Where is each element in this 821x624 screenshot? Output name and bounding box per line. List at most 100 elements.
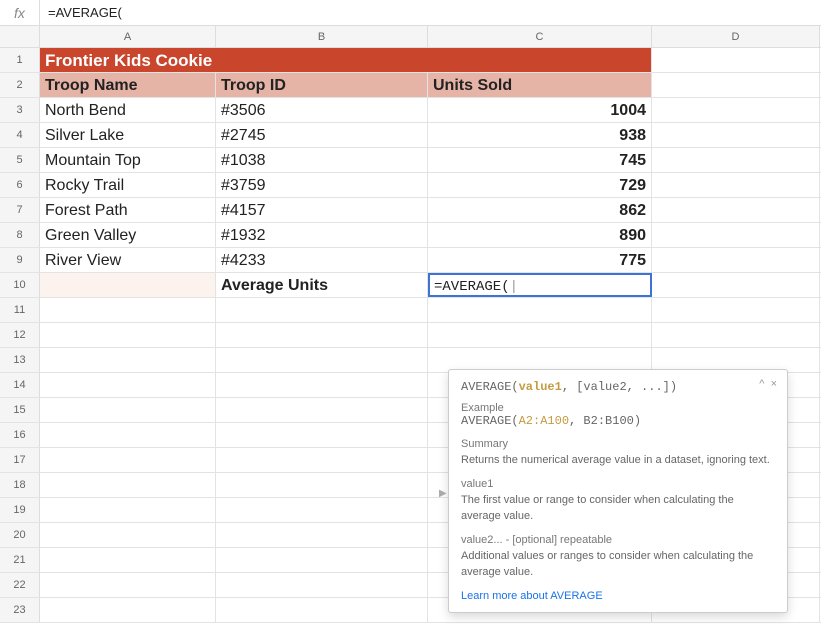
cell[interactable] xyxy=(40,398,216,422)
cell-units[interactable]: 729 xyxy=(428,173,652,197)
cell[interactable] xyxy=(216,498,428,522)
cell[interactable] xyxy=(40,273,216,297)
col-header-b[interactable]: B xyxy=(216,26,428,47)
row-header[interactable]: 15 xyxy=(0,398,40,422)
col-header-d[interactable]: D xyxy=(652,26,820,47)
cell[interactable] xyxy=(428,48,652,72)
cell[interactable] xyxy=(428,323,652,347)
formula-input[interactable]: =AVERAGE( xyxy=(40,0,821,26)
cell-troop-id[interactable]: #4233 xyxy=(216,248,428,272)
row-header[interactable]: 22 xyxy=(0,573,40,597)
cell-units[interactable]: 890 xyxy=(428,223,652,247)
select-all-corner[interactable] xyxy=(0,26,40,47)
cell-troop-id[interactable]: #1038 xyxy=(216,148,428,172)
cell[interactable] xyxy=(40,448,216,472)
cell[interactable] xyxy=(216,573,428,597)
cell[interactable] xyxy=(40,348,216,372)
cell[interactable] xyxy=(40,548,216,572)
cell[interactable] xyxy=(216,373,428,397)
row-header[interactable]: 2 xyxy=(0,73,40,97)
row-header[interactable]: 3 xyxy=(0,98,40,122)
row-header[interactable]: 11 xyxy=(0,298,40,322)
cell-troop-name[interactable]: North Bend xyxy=(40,98,216,122)
cell[interactable] xyxy=(40,473,216,497)
cell-troop-name[interactable]: Silver Lake xyxy=(40,123,216,147)
cell[interactable] xyxy=(216,323,428,347)
row-header[interactable]: 13 xyxy=(0,348,40,372)
header-units-sold[interactable]: Units Sold xyxy=(428,73,652,97)
row-header[interactable]: 20 xyxy=(0,523,40,547)
row-header[interactable]: 21 xyxy=(0,548,40,572)
cell[interactable] xyxy=(652,123,820,147)
row-header[interactable]: 4 xyxy=(0,123,40,147)
row-header[interactable]: 17 xyxy=(0,448,40,472)
cell[interactable] xyxy=(216,348,428,372)
collapse-icon[interactable]: ^ xyxy=(759,378,764,390)
cell[interactable] xyxy=(40,423,216,447)
cell[interactable] xyxy=(216,523,428,547)
cell[interactable] xyxy=(652,248,820,272)
header-troop-name[interactable]: Troop Name xyxy=(40,73,216,97)
learn-more-link[interactable]: Learn more about AVERAGE xyxy=(461,590,775,602)
cell-troop-id[interactable]: #3506 xyxy=(216,98,428,122)
cell-troop-id[interactable]: #3759 xyxy=(216,173,428,197)
average-label-cell[interactable]: Average Units xyxy=(216,273,428,297)
row-header[interactable]: 6 xyxy=(0,173,40,197)
cell-troop-name[interactable]: Green Valley xyxy=(40,223,216,247)
cell-troop-name[interactable]: Mountain Top xyxy=(40,148,216,172)
cell[interactable] xyxy=(40,573,216,597)
col-header-a[interactable]: A xyxy=(40,26,216,47)
cell[interactable] xyxy=(216,473,428,497)
cell[interactable] xyxy=(652,323,820,347)
row-header[interactable]: 12 xyxy=(0,323,40,347)
row-header[interactable]: 16 xyxy=(0,423,40,447)
cell[interactable] xyxy=(216,423,428,447)
cell[interactable] xyxy=(40,523,216,547)
row-header[interactable]: 23 xyxy=(0,598,40,622)
cell[interactable] xyxy=(40,373,216,397)
cell[interactable] xyxy=(216,48,428,72)
header-troop-id[interactable]: Troop ID xyxy=(216,73,428,97)
cell[interactable] xyxy=(428,298,652,322)
cell[interactable] xyxy=(652,98,820,122)
cell-troop-name[interactable]: Rocky Trail xyxy=(40,173,216,197)
cell[interactable] xyxy=(40,498,216,522)
cell-units[interactable]: 862 xyxy=(428,198,652,222)
row-header[interactable]: 10 xyxy=(0,273,40,297)
cell[interactable] xyxy=(40,323,216,347)
cell[interactable] xyxy=(652,223,820,247)
cell-troop-id[interactable]: #4157 xyxy=(216,198,428,222)
row-header[interactable]: 5 xyxy=(0,148,40,172)
editing-cell[interactable]: ? =AVERAGE(| xyxy=(428,273,652,297)
cell-troop-id[interactable]: #2745 xyxy=(216,123,428,147)
col-header-c[interactable]: C xyxy=(428,26,652,47)
cell[interactable] xyxy=(216,548,428,572)
row-header[interactable]: 14 xyxy=(0,373,40,397)
cell[interactable] xyxy=(216,298,428,322)
cell-units[interactable]: 938 xyxy=(428,123,652,147)
row-header[interactable]: 9 xyxy=(0,248,40,272)
row-header[interactable]: 18 xyxy=(0,473,40,497)
cell[interactable] xyxy=(652,73,820,97)
cell[interactable] xyxy=(652,148,820,172)
cell[interactable] xyxy=(216,448,428,472)
row-header[interactable]: 7 xyxy=(0,198,40,222)
row-header[interactable]: 8 xyxy=(0,223,40,247)
cell[interactable] xyxy=(652,273,820,297)
cell[interactable] xyxy=(216,598,428,622)
cell-troop-id[interactable]: #1932 xyxy=(216,223,428,247)
cell-troop-name[interactable]: River View xyxy=(40,248,216,272)
cell[interactable] xyxy=(652,198,820,222)
title-cell[interactable]: Frontier Kids Cookie Sales xyxy=(40,48,216,72)
close-icon[interactable]: × xyxy=(771,378,777,390)
row-header[interactable]: 19 xyxy=(0,498,40,522)
row-header[interactable]: 1 xyxy=(0,48,40,72)
cell-troop-name[interactable]: Forest Path xyxy=(40,198,216,222)
cell-units[interactable]: 775 xyxy=(428,248,652,272)
cell[interactable] xyxy=(652,48,820,72)
cell[interactable] xyxy=(40,298,216,322)
cell[interactable] xyxy=(652,173,820,197)
cell[interactable] xyxy=(216,398,428,422)
cell[interactable] xyxy=(652,298,820,322)
cell[interactable] xyxy=(40,598,216,622)
